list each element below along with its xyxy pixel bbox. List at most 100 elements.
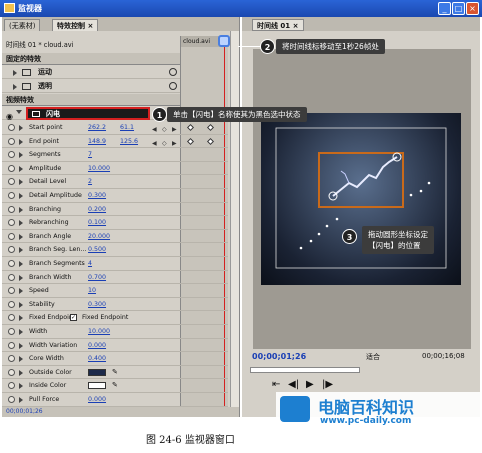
current-timecode[interactable]: 00;00;01;26 <box>252 352 306 361</box>
expand-arrow-icon[interactable] <box>13 70 17 76</box>
color-swatch[interactable] <box>88 368 106 376</box>
scrubber-bar[interactable] <box>250 367 360 373</box>
expand-arrow-icon[interactable] <box>19 125 23 131</box>
param-value[interactable]: 0.300 <box>88 189 106 202</box>
param-value-y[interactable]: 61.1 <box>120 121 134 134</box>
keyframe-icon[interactable] <box>186 123 195 132</box>
tab-timeline-01[interactable]: 时间线 01 × <box>252 19 304 31</box>
reset-icon[interactable] <box>169 68 177 76</box>
maximize-button[interactable]: □ <box>452 2 465 15</box>
tab-no-clip[interactable]: (无素材) <box>4 19 41 31</box>
effect-name-selected[interactable]: 闪电 <box>26 107 150 120</box>
keyframe-icon[interactable] <box>206 137 215 145</box>
param-value[interactable]: 148.9 <box>88 135 106 148</box>
stopwatch-icon[interactable] <box>8 232 15 240</box>
stopwatch-icon[interactable] <box>8 205 15 213</box>
stopwatch-icon[interactable] <box>8 178 15 186</box>
stopwatch-icon[interactable] <box>8 164 15 172</box>
param-value[interactable]: 20.000 <box>88 230 110 243</box>
mark-in-icon[interactable]: ⇤ <box>272 379 280 390</box>
param-value[interactable]: 4 <box>88 257 92 270</box>
time-indicator-handle[interactable] <box>218 35 230 47</box>
param-value[interactable]: 0.300 <box>88 298 106 311</box>
stopwatch-icon[interactable] <box>8 300 15 308</box>
step-forward-icon[interactable]: |▶ <box>322 379 333 390</box>
stopwatch-icon[interactable] <box>8 314 15 322</box>
param-value[interactable]: 2 <box>88 175 92 188</box>
param-row: Inside Color ✎ <box>2 379 228 393</box>
eyedropper-icon[interactable]: ✎ <box>112 366 118 379</box>
stopwatch-icon[interactable] <box>8 355 15 363</box>
stopwatch-icon[interactable] <box>8 192 15 199</box>
param-value[interactable]: 262.2 <box>88 121 106 134</box>
expand-arrow-icon[interactable] <box>19 288 23 295</box>
param-row: Core Width 0.400 <box>2 352 228 366</box>
expand-arrow-icon[interactable] <box>19 220 23 227</box>
param-value[interactable]: 0.000 <box>88 393 106 406</box>
expand-arrow-icon[interactable] <box>19 369 23 376</box>
minimize-button[interactable]: _ <box>438 2 451 15</box>
param-value[interactable]: 10.000 <box>88 162 110 175</box>
param-value[interactable]: 7 <box>88 148 92 161</box>
expand-arrow-icon[interactable] <box>19 233 23 240</box>
checkbox[interactable]: ✓ <box>70 314 77 322</box>
param-value[interactable]: 0.400 <box>88 352 106 365</box>
param-label: End point <box>29 137 60 145</box>
expand-arrow-icon[interactable] <box>19 383 23 390</box>
tab-close-icon[interactable]: × <box>87 22 93 30</box>
play-icon[interactable]: ▶ <box>306 379 314 390</box>
pc-monitor-icon <box>280 396 310 422</box>
stopwatch-icon[interactable] <box>8 124 15 131</box>
tab-effect-controls[interactable]: 特效控制 × <box>52 19 99 31</box>
param-value[interactable]: 10 <box>88 284 96 297</box>
expand-arrow-icon[interactable] <box>19 152 23 159</box>
close-button[interactable]: × <box>466 2 479 15</box>
param-value[interactable]: 0.500 <box>88 243 106 256</box>
expand-arrow-icon[interactable] <box>13 84 17 90</box>
expand-arrow-icon[interactable] <box>19 193 23 199</box>
vertical-scrollbar[interactable] <box>230 31 239 417</box>
keyframe-icon[interactable] <box>206 123 215 132</box>
stopwatch-icon[interactable] <box>8 328 15 335</box>
keyframe-icon[interactable] <box>186 137 195 145</box>
expand-arrow-icon[interactable] <box>19 356 23 363</box>
stopwatch-icon[interactable] <box>8 273 15 281</box>
param-label: Pull Force <box>29 396 60 403</box>
expand-arrow-icon[interactable] <box>19 342 23 349</box>
eyedropper-icon[interactable]: ✎ <box>112 379 118 392</box>
stopwatch-icon[interactable] <box>8 246 15 254</box>
expand-arrow-icon[interactable] <box>19 329 23 335</box>
stopwatch-icon[interactable] <box>8 382 15 390</box>
stopwatch-icon[interactable] <box>8 219 15 227</box>
expand-arrow-icon[interactable] <box>19 301 23 308</box>
stopwatch-icon[interactable] <box>8 260 15 267</box>
param-value[interactable]: 0.000 <box>88 339 106 352</box>
stopwatch-icon[interactable] <box>8 341 15 349</box>
param-value[interactable]: 0.200 <box>88 203 106 216</box>
stopwatch-icon[interactable] <box>8 137 15 145</box>
color-swatch[interactable] <box>88 382 106 390</box>
param-value[interactable]: 10.000 <box>88 325 110 338</box>
step-back-icon[interactable]: ◀| <box>288 379 299 390</box>
tab-label: 特效控制 <box>57 22 85 30</box>
stopwatch-icon[interactable] <box>8 151 15 159</box>
zoom-fit-select[interactable]: 适合 <box>366 352 380 362</box>
collapse-arrow-icon[interactable] <box>16 110 22 114</box>
expand-arrow-icon[interactable] <box>19 179 23 186</box>
param-value[interactable]: 0.700 <box>88 271 106 284</box>
expand-arrow-icon[interactable] <box>19 274 23 281</box>
param-value-y[interactable]: 125.6 <box>120 135 138 148</box>
expand-arrow-icon[interactable] <box>19 138 23 145</box>
expand-arrow-icon[interactable] <box>19 247 23 254</box>
expand-arrow-icon[interactable] <box>19 397 23 403</box>
expand-arrow-icon[interactable] <box>19 165 23 172</box>
stopwatch-icon[interactable] <box>8 287 15 295</box>
video-frame[interactable] <box>261 113 461 285</box>
reset-icon[interactable] <box>169 82 177 90</box>
stopwatch-icon[interactable] <box>8 396 15 403</box>
param-value[interactable]: 0.100 <box>88 216 106 229</box>
stopwatch-icon[interactable] <box>8 368 15 376</box>
expand-arrow-icon[interactable] <box>19 261 23 267</box>
expand-arrow-icon[interactable] <box>19 206 23 213</box>
expand-arrow-icon[interactable] <box>19 315 23 322</box>
